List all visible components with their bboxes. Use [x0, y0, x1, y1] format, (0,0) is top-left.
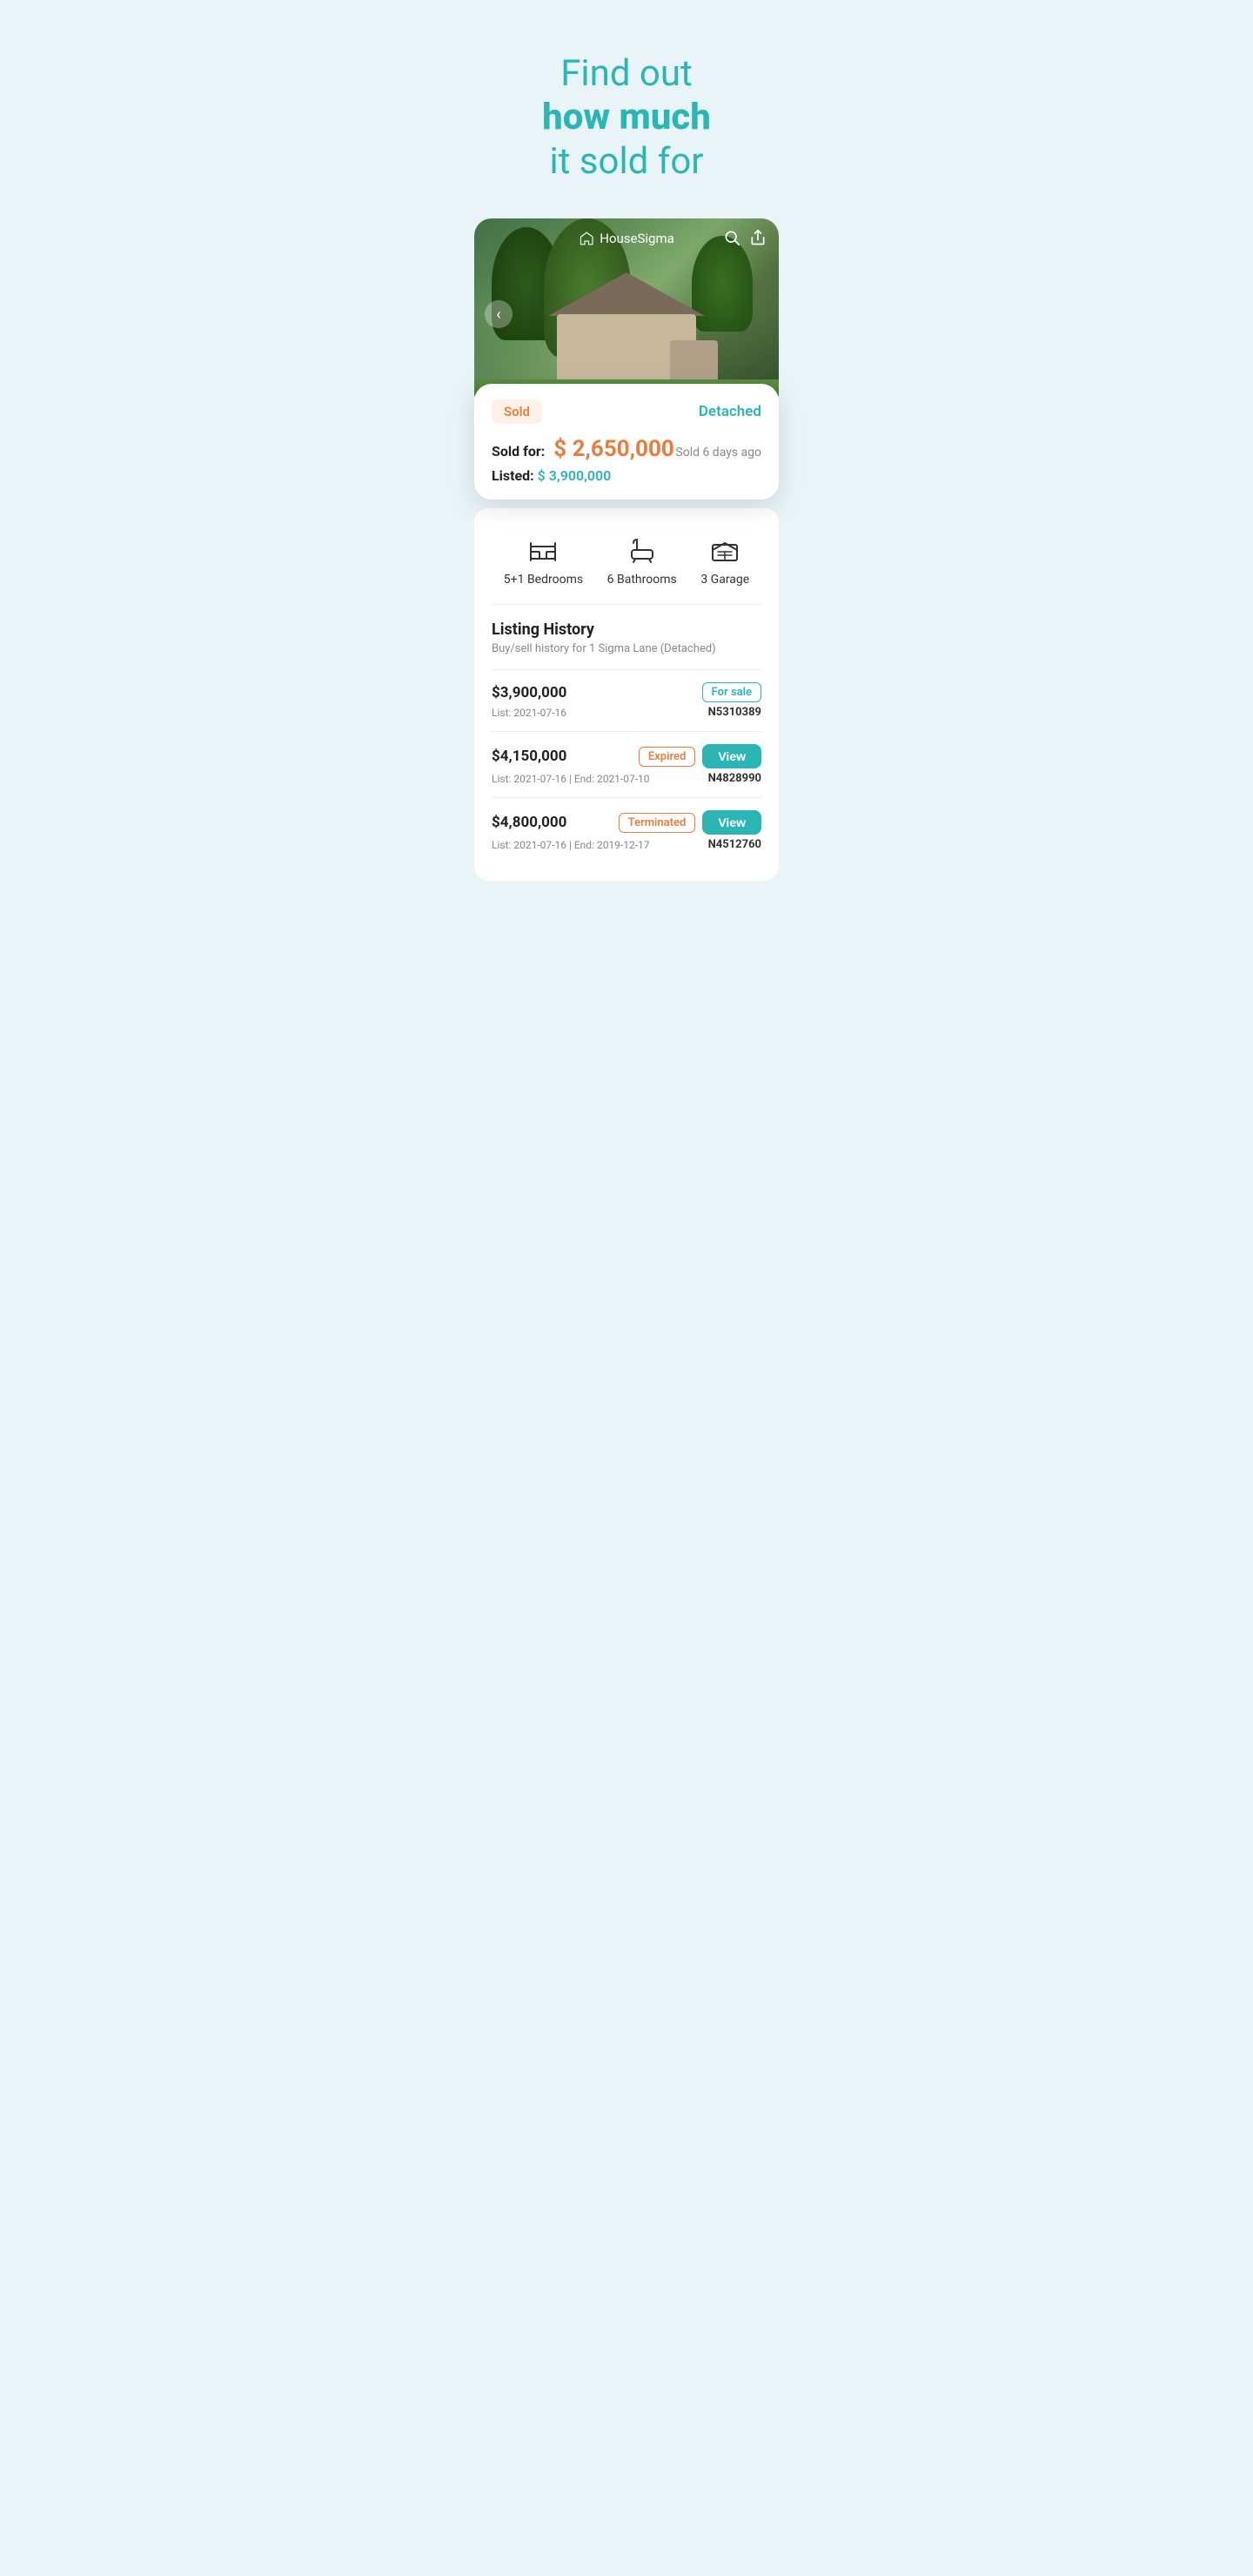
hero-line2: how much	[542, 96, 711, 138]
listing-item-row1: $4,150,000 Expired View	[492, 744, 761, 768]
listing-id: N4828990	[708, 772, 761, 785]
info-card-header: Sold Detached	[492, 399, 761, 424]
bedrooms-feature: 5+1 Bedrooms	[504, 534, 583, 587]
listing-price: $4,150,000	[492, 748, 566, 765]
bedrooms-label: 5+1 Bedrooms	[504, 573, 583, 587]
garage-icon	[709, 534, 740, 566]
bathrooms-label: 6 Bathrooms	[607, 573, 677, 587]
garage-feature: 3 Garage	[700, 534, 749, 587]
listing-dates: List: 2021-07-16 | End: 2021-07-10	[492, 773, 650, 785]
brand-name: HouseSigma	[600, 231, 674, 246]
garage-label: 3 Garage	[700, 573, 749, 587]
listing-status-badge: Expired	[639, 747, 695, 767]
listing-actions-group: Expired View	[639, 744, 761, 768]
listing-item-row1: $3,900,000 For sale	[492, 682, 761, 702]
listing-history-title: Listing History	[492, 621, 761, 639]
bed-icon	[527, 534, 559, 566]
details-section: 5+1 Bedrooms 6 Bathrooms 3 Garage Listin	[474, 508, 779, 881]
listing-item-row2: List: 2021-07-16 | End: 2021-07-10 N4828…	[492, 772, 761, 785]
view-button[interactable]: View	[702, 810, 761, 835]
listing-item: $4,800,000 Terminated View List: 2021-07…	[492, 797, 761, 863]
listing-dates: List: 2021-07-16 | End: 2019-12-17	[492, 839, 650, 851]
image-actions	[723, 229, 767, 251]
listing-status-badge: For sale	[702, 682, 761, 702]
sold-badge: Sold	[492, 399, 542, 424]
listing-price: $3,900,000	[492, 684, 566, 701]
sold-price-amount: $ 2,650,000	[553, 436, 674, 462]
listing-item: $4,150,000 Expired View List: 2021-07-16…	[492, 731, 761, 797]
share-icon[interactable]	[749, 229, 767, 251]
listed-price: $ 3,900,000	[538, 467, 612, 484]
chevron-left-icon: ‹	[496, 305, 500, 324]
sold-ago: Sold 6 days ago	[675, 446, 761, 460]
listed-row: Listed: $ 3,900,000	[492, 467, 761, 484]
hero-line3: it sold for	[549, 140, 703, 183]
listing-item-row2: List: 2021-07-16 | End: 2019-12-17 N4512…	[492, 838, 761, 851]
listing-actions-group: Terminated View	[619, 810, 761, 835]
search-icon[interactable]	[723, 229, 740, 251]
info-card: Sold Detached Sold for: $ 2,650,000 Sold…	[474, 384, 779, 500]
image-nav-left[interactable]: ‹	[485, 300, 513, 328]
sold-price-group: Sold for: $ 2,650,000	[492, 436, 674, 462]
sold-for-label: Sold for:	[492, 443, 545, 460]
listing-id: N5310389	[708, 706, 761, 719]
listed-label: Listed:	[492, 467, 534, 484]
listing-dates: List: 2021-07-16	[492, 707, 566, 719]
hero-line1: Find out	[560, 52, 693, 95]
property-features: 5+1 Bedrooms 6 Bathrooms 3 Garage	[492, 526, 761, 605]
house-garage	[670, 340, 718, 384]
listing-history: Listing History Buy/sell history for 1 S…	[492, 605, 761, 863]
hero-section: Find out how much it sold for	[457, 0, 796, 210]
house-brand-icon	[579, 231, 594, 246]
listing-id: N4512760	[708, 838, 761, 851]
property-card-wrapper: ‹ HouseSigma	[474, 218, 779, 500]
listing-status-badge: Terminated	[619, 813, 696, 833]
listing-item: $3,900,000 For sale List: 2021-07-16 N53…	[492, 669, 761, 731]
sold-price-row: Sold for: $ 2,650,000 Sold 6 days ago	[492, 436, 761, 462]
brand-logo: HouseSigma	[579, 231, 674, 246]
listing-history-subtitle: Buy/sell history for 1 Sigma Lane (Detac…	[492, 642, 761, 655]
house-roof	[548, 272, 705, 316]
bath-icon	[626, 534, 658, 566]
view-button[interactable]: View	[702, 744, 761, 768]
bathrooms-feature: 6 Bathrooms	[607, 534, 677, 587]
property-image: ‹ HouseSigma	[474, 218, 779, 410]
listing-item-row1: $4,800,000 Terminated View	[492, 810, 761, 835]
listing-price: $4,800,000	[492, 814, 566, 831]
listing-item-row2: List: 2021-07-16 N5310389	[492, 706, 761, 719]
property-type-label: Detached	[699, 403, 761, 420]
